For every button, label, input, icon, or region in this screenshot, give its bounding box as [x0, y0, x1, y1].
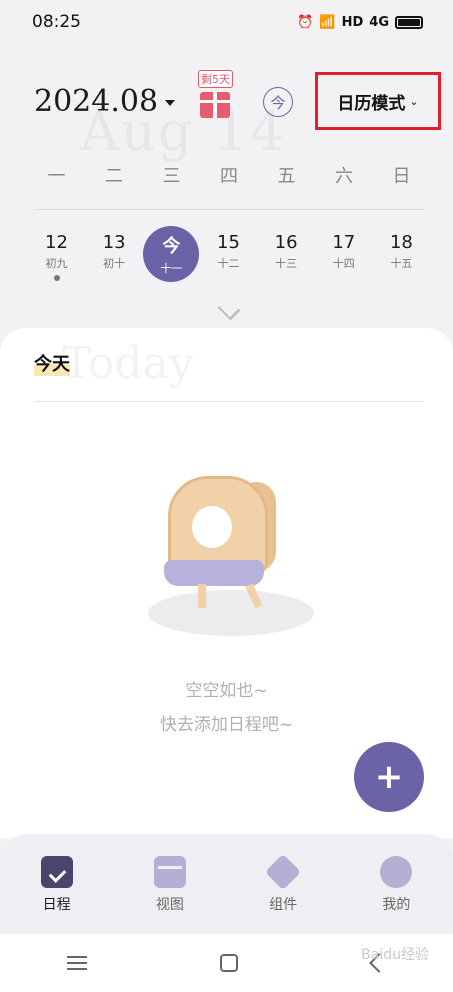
- weekday-row: 一 二 三 四 五 六 日: [28, 162, 430, 188]
- weekday-label: 日: [392, 166, 411, 187]
- tab-widgets[interactable]: 组件: [238, 853, 328, 914]
- layout-view-icon: [153, 856, 186, 888]
- home-icon[interactable]: [220, 954, 239, 972]
- weekday-label: 四: [220, 166, 238, 187]
- tab-label: 我的: [382, 897, 411, 913]
- toast-shorts: [164, 560, 264, 586]
- lunar-date: 十一: [160, 262, 183, 275]
- toast-face: [192, 506, 232, 548]
- day-cell[interactable]: 16 十三: [258, 226, 315, 286]
- recent-apps-icon[interactable]: [66, 956, 87, 970]
- empty-state-subtitle: 快去添加日程吧~: [159, 715, 294, 735]
- lunar-date: 初九: [45, 257, 68, 270]
- tab-label: 视图: [155, 897, 184, 913]
- day-cell[interactable]: 17 十四: [315, 226, 372, 286]
- day-number: 15: [217, 232, 240, 253]
- day-cell[interactable]: 15 十二: [200, 226, 257, 286]
- tab-label: 日程: [42, 897, 71, 913]
- bottom-tab-bar: 日程 视图 组件 我的: [0, 834, 453, 934]
- caret-down-icon: [165, 100, 176, 106]
- day-number: 18: [389, 232, 413, 253]
- 4g-signal-icon: 4G: [369, 14, 389, 30]
- calendar-mode-dropdown[interactable]: 日历模式 ⌄: [315, 72, 441, 130]
- gift-icon: [200, 92, 230, 118]
- divider: [34, 209, 424, 210]
- cube-icon: [265, 853, 302, 891]
- expand-calendar-chevron-icon[interactable]: [217, 297, 241, 321]
- today-button[interactable]: 今: [263, 87, 293, 117]
- tab-view[interactable]: 视图: [125, 856, 215, 914]
- day-number: 今: [162, 236, 181, 257]
- weekday-label: 一: [47, 166, 66, 187]
- today-heading: 今天: [34, 350, 70, 376]
- lunar-date: 十三: [275, 257, 298, 270]
- day-number: 17: [332, 232, 356, 253]
- weekday-label: 六: [335, 166, 353, 187]
- today-watermark: Today: [62, 338, 194, 389]
- add-schedule-button[interactable]: +: [354, 742, 424, 812]
- divider: [34, 401, 424, 402]
- day-cell[interactable]: 13 初十: [86, 226, 143, 286]
- lunar-date: 十五: [390, 257, 413, 270]
- calendar-check-icon: [40, 856, 73, 888]
- tab-label: 组件: [269, 897, 298, 913]
- illustration-shadow: [148, 590, 314, 636]
- day-number: 12: [45, 232, 68, 253]
- alarm-icon: ⏰: [297, 14, 314, 30]
- week-days-row: 12 初九 13 初十 今 十一 15 十二 16 十三 17 十四 18 十五: [28, 226, 430, 286]
- day-cell-selected[interactable]: 今 十一: [143, 226, 200, 282]
- tab-profile[interactable]: 我的: [351, 856, 441, 914]
- battery-icon: [395, 15, 423, 29]
- day-number: 13: [102, 232, 126, 253]
- weekday-label: 五: [277, 166, 296, 187]
- status-bar: 08:25 ⏰ 📶 HD 4G: [0, 0, 453, 44]
- wifi-icon: 📶: [319, 14, 336, 30]
- status-time: 08:25: [32, 12, 81, 32]
- tab-schedule[interactable]: 日程: [12, 856, 102, 914]
- profile-icon: [380, 856, 413, 888]
- lunar-date: 初十: [103, 257, 126, 270]
- day-number: 16: [274, 232, 298, 253]
- weekday-label: 三: [162, 166, 181, 187]
- calendar-header: Aug 14 2024.08 剩5天 今 日历模式 ⌄ 一 二 三 四 五 六 …: [0, 44, 453, 334]
- gift-countdown-badge: 剩5天: [198, 70, 233, 88]
- lunar-date: 十二: [217, 257, 240, 270]
- status-icons: ⏰ 📶 HD 4G: [297, 15, 423, 30]
- event-dot: [53, 275, 60, 281]
- mode-label: 日历模式: [337, 93, 406, 114]
- month-selector[interactable]: 2024.08: [34, 84, 176, 119]
- gift-button[interactable]: 剩5天: [194, 70, 234, 122]
- month-label: 2024.08: [34, 84, 159, 119]
- toast-leg: [198, 584, 206, 608]
- day-cell[interactable]: 18 十五: [373, 226, 430, 286]
- empty-state-toast-illustration: [140, 468, 320, 648]
- brand-watermark: Baidu经验: [361, 947, 429, 963]
- hd-icon: HD: [341, 14, 364, 30]
- chevron-down-icon: ⌄: [409, 94, 419, 108]
- lunar-date: 十四: [332, 257, 355, 270]
- day-cell[interactable]: 12 初九: [28, 226, 85, 286]
- weekday-label: 二: [105, 166, 123, 187]
- empty-state-title: 空空如也~: [185, 681, 268, 701]
